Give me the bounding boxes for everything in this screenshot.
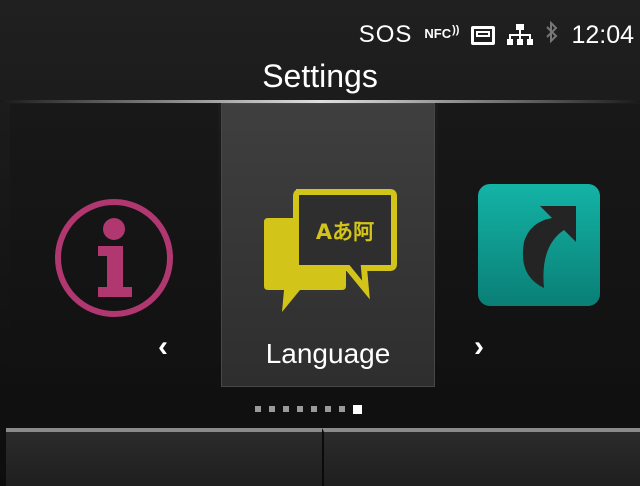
- nfc-icon: NFC: [424, 26, 459, 41]
- title-divider: [0, 100, 640, 103]
- sd-card-icon: [471, 25, 496, 45]
- page-title: Settings: [262, 58, 378, 94]
- previous-arrow-button[interactable]: ‹: [158, 330, 168, 364]
- page-dot: [283, 406, 289, 412]
- lan-icon: [507, 24, 534, 46]
- softkey-left[interactable]: [6, 428, 322, 486]
- carousel-item-label: Language: [265, 338, 391, 369]
- page-dot: [339, 406, 345, 412]
- carousel-item-shortcut[interactable]: [438, 104, 640, 384]
- next-arrow-button[interactable]: ›: [474, 330, 484, 364]
- bluetooth-icon: [545, 20, 559, 49]
- settings-carousel: Aあ阿 Language ‹ ›: [0, 104, 640, 386]
- language-icon-text: Aあ阿: [316, 220, 374, 244]
- carousel-item-info[interactable]: [10, 104, 218, 384]
- page-dot: [325, 406, 331, 412]
- sos-indicator: SOS: [358, 21, 413, 48]
- page-indicator: [255, 405, 362, 414]
- settings-screen: SOS NFC 12:04 Settings: [0, 0, 640, 486]
- page-dot: [269, 406, 275, 412]
- softkey-bar: [6, 428, 640, 486]
- softkey-right[interactable]: [322, 428, 640, 486]
- clock: 12:04: [571, 20, 634, 49]
- page-dot: [311, 406, 317, 412]
- info-icon: [55, 199, 173, 317]
- language-icon: Aあ阿: [264, 189, 397, 312]
- shortcut-icon: [478, 184, 600, 306]
- carousel-item-language[interactable]: Aあ阿 Language: [222, 104, 434, 386]
- status-bar: SOS NFC 12:04: [359, 18, 634, 52]
- page-dot: [255, 406, 261, 412]
- page-dot-active: [353, 405, 362, 414]
- page-dot: [297, 406, 303, 412]
